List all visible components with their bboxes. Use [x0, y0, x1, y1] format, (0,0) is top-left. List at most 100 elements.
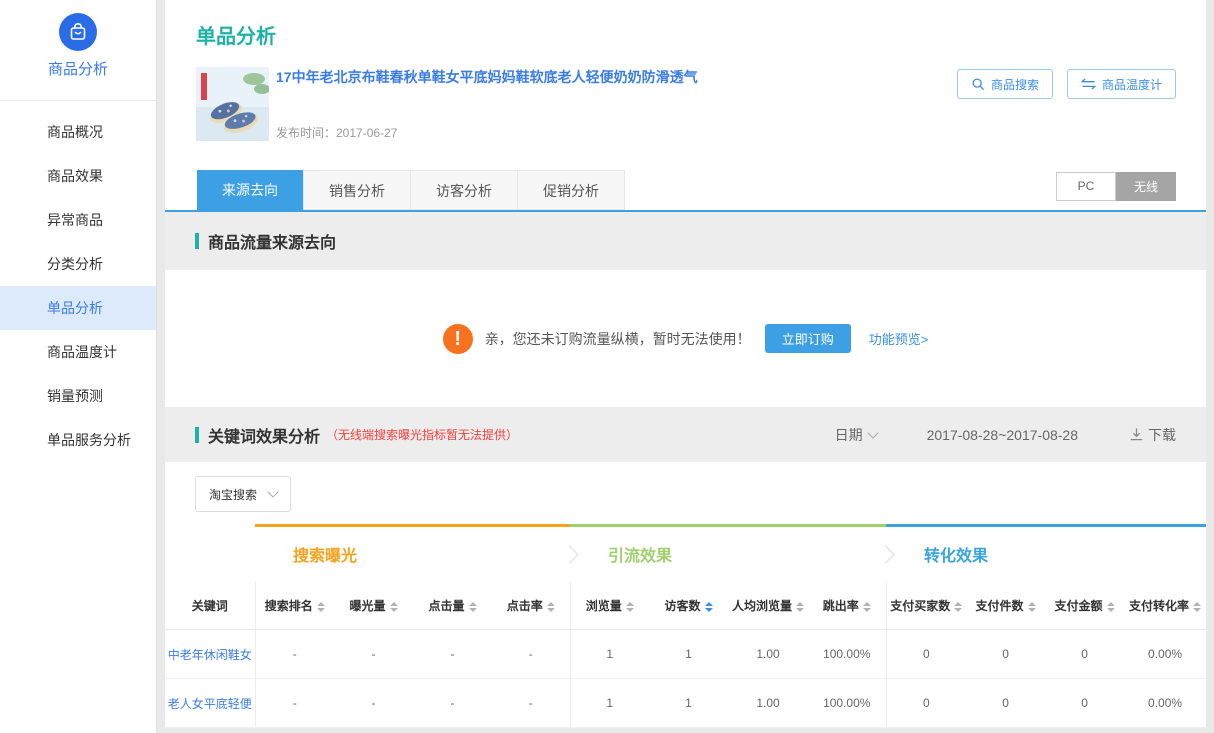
cell: 1	[570, 679, 649, 728]
sort-icon[interactable]	[626, 602, 634, 612]
sort-icon[interactable]	[1028, 602, 1036, 612]
sidebar-item-sales-forecast[interactable]: 销量预测	[0, 374, 156, 418]
feature-preview-link[interactable]: 功能预览>	[869, 329, 929, 348]
keyword-table: 搜索曝光 引流效果 转化效果 关键词 搜索排名 曝光量 点击量 点击率 浏览量 …	[165, 524, 1206, 728]
toggle-wireless[interactable]: 无线	[1116, 172, 1176, 201]
sidebar-item-product-thermometer[interactable]: 商品温度计	[0, 330, 156, 374]
cell: 1	[649, 630, 728, 679]
sidebar-item-category-analysis[interactable]: 分类分析	[0, 242, 156, 286]
sort-icon[interactable]	[796, 602, 804, 612]
sidebar-item-product-effect[interactable]: 商品效果	[0, 154, 156, 198]
sort-icon[interactable]	[469, 602, 477, 612]
sort-icon[interactable]	[1193, 602, 1201, 612]
cell: 100.00%	[808, 630, 886, 679]
col-keyword: 关键词	[165, 582, 255, 630]
cell: -	[492, 630, 570, 679]
search-icon	[971, 77, 985, 91]
col-paid-buyers[interactable]: 支付买家数	[886, 582, 966, 630]
cell: -	[255, 679, 334, 728]
keyword-link[interactable]: 中老年休闲鞋女	[165, 630, 255, 679]
col-ctr[interactable]: 点击率	[492, 582, 570, 630]
device-toggle: PC 无线	[1056, 172, 1176, 201]
group-traffic-effect: 引流效果	[570, 526, 886, 582]
main-content: 单品分析	[165, 0, 1206, 733]
channel-select[interactable]: 淘宝搜索	[195, 476, 291, 512]
group-spacer	[165, 526, 255, 582]
group-search-exposure: 搜索曝光	[255, 526, 570, 582]
flow-section-title: 商品流量来源去向	[208, 229, 336, 253]
channel-select-value: 淘宝搜索	[196, 486, 257, 503]
sort-icon-active[interactable]	[705, 602, 713, 612]
sort-icon[interactable]	[1107, 602, 1115, 612]
sidebar-item-single-product-service[interactable]: 单品服务分析	[0, 418, 156, 462]
chevron-down-icon	[267, 486, 278, 497]
keyword-section-controls: 日期 2017-08-28~2017-08-28 下载	[835, 425, 1176, 445]
col-paid-items[interactable]: 支付件数	[966, 582, 1045, 630]
cell: 0	[1045, 679, 1124, 728]
sort-icon[interactable]	[863, 602, 871, 612]
group-conversion-effect: 转化效果	[886, 526, 1206, 582]
cell: -	[413, 679, 492, 728]
sort-icon[interactable]	[954, 602, 962, 612]
cell: -	[492, 679, 570, 728]
sidebar-item-abnormal-product[interactable]: 异常商品	[0, 198, 156, 242]
cell: 1.00	[728, 630, 808, 679]
sidebar-item-product-overview[interactable]: 商品概况	[0, 110, 156, 154]
download-icon	[1130, 428, 1143, 441]
col-paid-amount[interactable]: 支付金额	[1045, 582, 1124, 630]
shopping-bag-icon	[59, 13, 97, 51]
table-row: 中老年休闲鞋女 - - - - 1 1 1.00 100.00% 0 0 0 0…	[165, 630, 1206, 679]
sidebar: 商品分析 商品概况 商品效果 异常商品 分类分析 单品分析 商品温度计 销量预测…	[0, 0, 157, 733]
col-bounce-rate[interactable]: 跳出率	[808, 582, 886, 630]
cell: -	[334, 679, 413, 728]
warning-icon: !	[443, 324, 473, 354]
cell: 0	[966, 679, 1045, 728]
page: 商品分析 商品概况 商品效果 异常商品 分类分析 单品分析 商品温度计 销量预测…	[0, 0, 1214, 733]
cell: 0	[886, 630, 966, 679]
date-range-value: 2017-08-28~2017-08-28	[927, 427, 1078, 443]
sort-icon[interactable]	[547, 602, 555, 612]
product-title-link[interactable]: 17中年老北京布鞋春秋单鞋女平底妈妈鞋软底老人轻便奶奶防滑透气	[276, 67, 698, 87]
col-avg-pageviews[interactable]: 人均浏览量	[728, 582, 808, 630]
tab-sales-analysis[interactable]: 销售分析	[303, 170, 411, 210]
notice-text: 亲，您还未订购流量纵横，暂时无法使用！	[485, 329, 751, 349]
cell: 0	[966, 630, 1045, 679]
product-thumbnail[interactable]	[196, 67, 269, 141]
analysis-tabs: 来源去向 销售分析 访客分析 促销分析	[197, 170, 625, 210]
keyword-section-bar: 关键词效果分析 （无线端搜索曝光指标暂无法提供） 日期 2017-08-28~2…	[165, 407, 1206, 462]
chevron-down-icon	[867, 427, 878, 438]
product-thermometer-button[interactable]: 商品温度计	[1067, 69, 1176, 99]
date-dropdown[interactable]: 日期	[835, 425, 877, 445]
sidebar-menu: 商品概况 商品效果 异常商品 分类分析 单品分析 商品温度计 销量预测 单品服务…	[0, 101, 156, 462]
table-group-row: 搜索曝光 引流效果 转化效果	[165, 526, 1206, 582]
cell: 1	[649, 679, 728, 728]
product-search-button[interactable]: 商品搜索	[957, 69, 1053, 99]
col-exposure[interactable]: 曝光量	[334, 582, 413, 630]
sidebar-item-single-product-analysis[interactable]: 单品分析	[0, 286, 156, 330]
keyword-link[interactable]: 老人女平底轻便	[165, 679, 255, 728]
col-clicks[interactable]: 点击量	[413, 582, 492, 630]
cell: 1.00	[728, 679, 808, 728]
tab-promotion-analysis[interactable]: 促销分析	[518, 170, 625, 210]
filter-block: 淘宝搜索	[165, 462, 1206, 524]
sidebar-header: 商品分析	[0, 0, 156, 101]
col-search-rank[interactable]: 搜索排名	[255, 582, 334, 630]
col-conversion-rate[interactable]: 支付转化率	[1124, 582, 1206, 630]
cell: 0	[1045, 630, 1124, 679]
toggle-pc[interactable]: PC	[1056, 172, 1116, 201]
col-pageviews[interactable]: 浏览量	[570, 582, 649, 630]
order-now-button[interactable]: 立即订购	[765, 324, 851, 353]
sort-icon[interactable]	[390, 602, 398, 612]
col-visitors[interactable]: 访客数	[649, 582, 728, 630]
sort-icon[interactable]	[317, 602, 325, 612]
download-button[interactable]: 下载	[1130, 425, 1176, 445]
product-summary: 17中年老北京布鞋春秋单鞋女平底妈妈鞋软底老人轻便奶奶防滑透气 发布时间：201…	[196, 67, 698, 141]
section-accent	[195, 233, 199, 249]
flow-section-bar: 商品流量来源去向	[165, 212, 1206, 270]
section-accent	[195, 427, 199, 443]
keyword-section-note: （无线端搜索曝光指标暂无法提供）	[326, 426, 518, 443]
tab-visitor-analysis[interactable]: 访客分析	[411, 170, 518, 210]
tab-source-destination[interactable]: 来源去向	[197, 170, 303, 210]
subscribe-notice: ! 亲，您还未订购流量纵横，暂时无法使用！ 立即订购 功能预览>	[165, 270, 1206, 407]
page-title: 单品分析	[196, 20, 276, 49]
